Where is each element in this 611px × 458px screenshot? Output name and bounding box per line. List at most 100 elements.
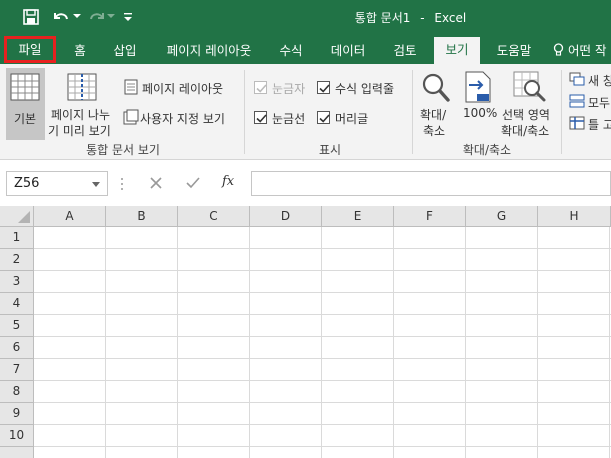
formula-bar-checkbox[interactable]: [317, 81, 330, 94]
page-break-preview-icon: [67, 73, 97, 101]
tab-data[interactable]: 데이터: [322, 38, 374, 64]
group-separator: [561, 70, 562, 154]
zoom-button[interactable]: 확대/ 축소: [416, 68, 456, 140]
gridline: [34, 358, 611, 359]
page-layout-label: 페이지 레이아웃: [142, 82, 224, 96]
column-header-h[interactable]: H: [538, 206, 611, 227]
gridlines-label: 눈금선: [272, 112, 306, 126]
formula-input[interactable]: [251, 171, 611, 196]
row-header-2[interactable]: 2: [0, 249, 34, 271]
row-header-8[interactable]: 8: [0, 381, 34, 403]
row-header-3[interactable]: 3: [0, 271, 34, 293]
tab-formulas[interactable]: 수식: [272, 38, 310, 64]
zoom-to-selection-button[interactable]: 선택 영역 확대/축소: [500, 68, 560, 140]
row-header-7[interactable]: 7: [0, 359, 34, 381]
gridline: [34, 270, 611, 271]
normal-view-button[interactable]: 기본: [6, 68, 45, 140]
tab-page-layout[interactable]: 페이지 레이아웃: [153, 38, 265, 64]
formula-bar-area: Z56 fx: [0, 160, 611, 206]
chevron-down-icon[interactable]: [92, 182, 100, 187]
gridline: [34, 336, 611, 337]
tab-home[interactable]: 홈: [63, 38, 97, 64]
tab-review[interactable]: 검토: [385, 38, 425, 64]
row-header-1[interactable]: 1: [0, 227, 34, 249]
zoom-selection-label-line1: 선택 영역: [502, 108, 550, 122]
custom-views-label: 사용자 지정 보기: [140, 112, 225, 126]
page-layout-icon: [124, 79, 138, 95]
page-break-label-line1: 페이지 나누: [51, 108, 111, 122]
new-window-button[interactable]: 새 창: [567, 71, 611, 89]
zoom-100-label: 100%: [463, 106, 498, 120]
zoom-100-icon: [465, 71, 491, 103]
zoom-label-line1: 확대/: [420, 108, 447, 122]
column-header-b[interactable]: B: [106, 206, 178, 227]
column-header-g[interactable]: G: [466, 206, 538, 227]
tab-view[interactable]: 보기: [434, 37, 480, 64]
column-header-d[interactable]: D: [250, 206, 322, 227]
row-header-4[interactable]: 4: [0, 293, 34, 315]
name-box-value: Z56: [14, 176, 40, 191]
row-header-5[interactable]: 5: [0, 315, 34, 337]
lightbulb-icon: [553, 43, 564, 56]
custom-views-icon: [123, 109, 139, 125]
gridlines-checkbox[interactable]: [254, 111, 267, 124]
zoom-selection-label-line2: 확대/축소: [501, 124, 550, 138]
arrange-all-icon: [569, 94, 585, 108]
tab-file[interactable]: 파일: [4, 36, 56, 63]
freeze-panes-icon: [569, 116, 585, 130]
gridline: [34, 402, 611, 403]
magnifier-icon: [422, 73, 450, 102]
formula-bar-label: 수식 입력줄: [335, 82, 395, 96]
tell-me-box[interactable]: 어떤 작: [553, 38, 611, 64]
worksheet-grid[interactable]: A B C D E F G H 1 2 3 4 5 6 7 8 9 10: [0, 206, 611, 458]
page-break-preview-button[interactable]: 페이지 나누 기 미리 보기: [47, 68, 119, 140]
normal-view-label: 기본: [14, 112, 37, 126]
insert-function-icon[interactable]: fx: [222, 174, 234, 189]
enter-check-icon[interactable]: [186, 177, 200, 189]
gridline: [34, 314, 611, 315]
new-window-label: 새 창: [588, 74, 611, 88]
column-header-a[interactable]: A: [34, 206, 106, 227]
row-header-partial: [0, 447, 34, 458]
zoom-label-line2: 축소: [423, 124, 446, 138]
freeze-panes-button[interactable]: 틀 고: [567, 115, 611, 133]
row-header-10[interactable]: 10: [0, 425, 34, 447]
group-label-workbook-views: 통합 문서 보기: [86, 143, 160, 157]
grip-icon: [121, 178, 123, 190]
zoom-100-button[interactable]: 100%: [458, 68, 498, 140]
ribbon-tabs: 파일 홈 삽입 페이지 레이아웃 수식 데이터 검토 보기 도움말 어떤 작: [0, 35, 611, 64]
select-all-corner[interactable]: [0, 206, 34, 227]
tab-insert[interactable]: 삽입: [106, 38, 144, 64]
group-label-zoom: 확대/축소: [462, 143, 512, 157]
row-header-9[interactable]: 9: [0, 403, 34, 425]
headings-label: 머리글: [335, 112, 369, 126]
name-box[interactable]: Z56: [6, 171, 108, 196]
column-header-e[interactable]: E: [322, 206, 394, 227]
zoom-selection-icon: [513, 71, 546, 102]
new-window-icon: [569, 72, 585, 86]
headings-checkbox[interactable]: [317, 111, 330, 124]
gridline: [34, 380, 611, 381]
title-separator: -: [420, 11, 425, 25]
gridline: [34, 248, 611, 249]
formula-buttons: fx: [112, 171, 245, 196]
arrange-all-label: 모두: [588, 96, 611, 110]
page-break-label-line2: 기 미리 보기: [48, 124, 111, 138]
ribbon-view: 기본 페이지 나누 기 미리 보기 페이지 레이아웃 사용자 지정 보기 통합 …: [0, 64, 611, 160]
select-all-icon: [18, 211, 30, 223]
gridline: [34, 424, 611, 425]
arrange-all-button[interactable]: 모두: [567, 93, 611, 111]
column-header-f[interactable]: F: [394, 206, 466, 227]
group-separator: [244, 70, 245, 154]
gridline: [34, 446, 611, 447]
cancel-icon[interactable]: [150, 177, 162, 189]
group-label-show: 표시: [318, 143, 342, 157]
group-separator: [412, 70, 413, 154]
normal-view-icon: [10, 73, 40, 101]
row-header-6[interactable]: 6: [0, 337, 34, 359]
tab-help[interactable]: 도움말: [489, 38, 539, 64]
column-header-c[interactable]: C: [178, 206, 250, 227]
ruler-checkbox: [254, 81, 267, 94]
freeze-panes-label: 틀 고: [588, 118, 611, 132]
document-name: 통합 문서1: [354, 11, 411, 25]
